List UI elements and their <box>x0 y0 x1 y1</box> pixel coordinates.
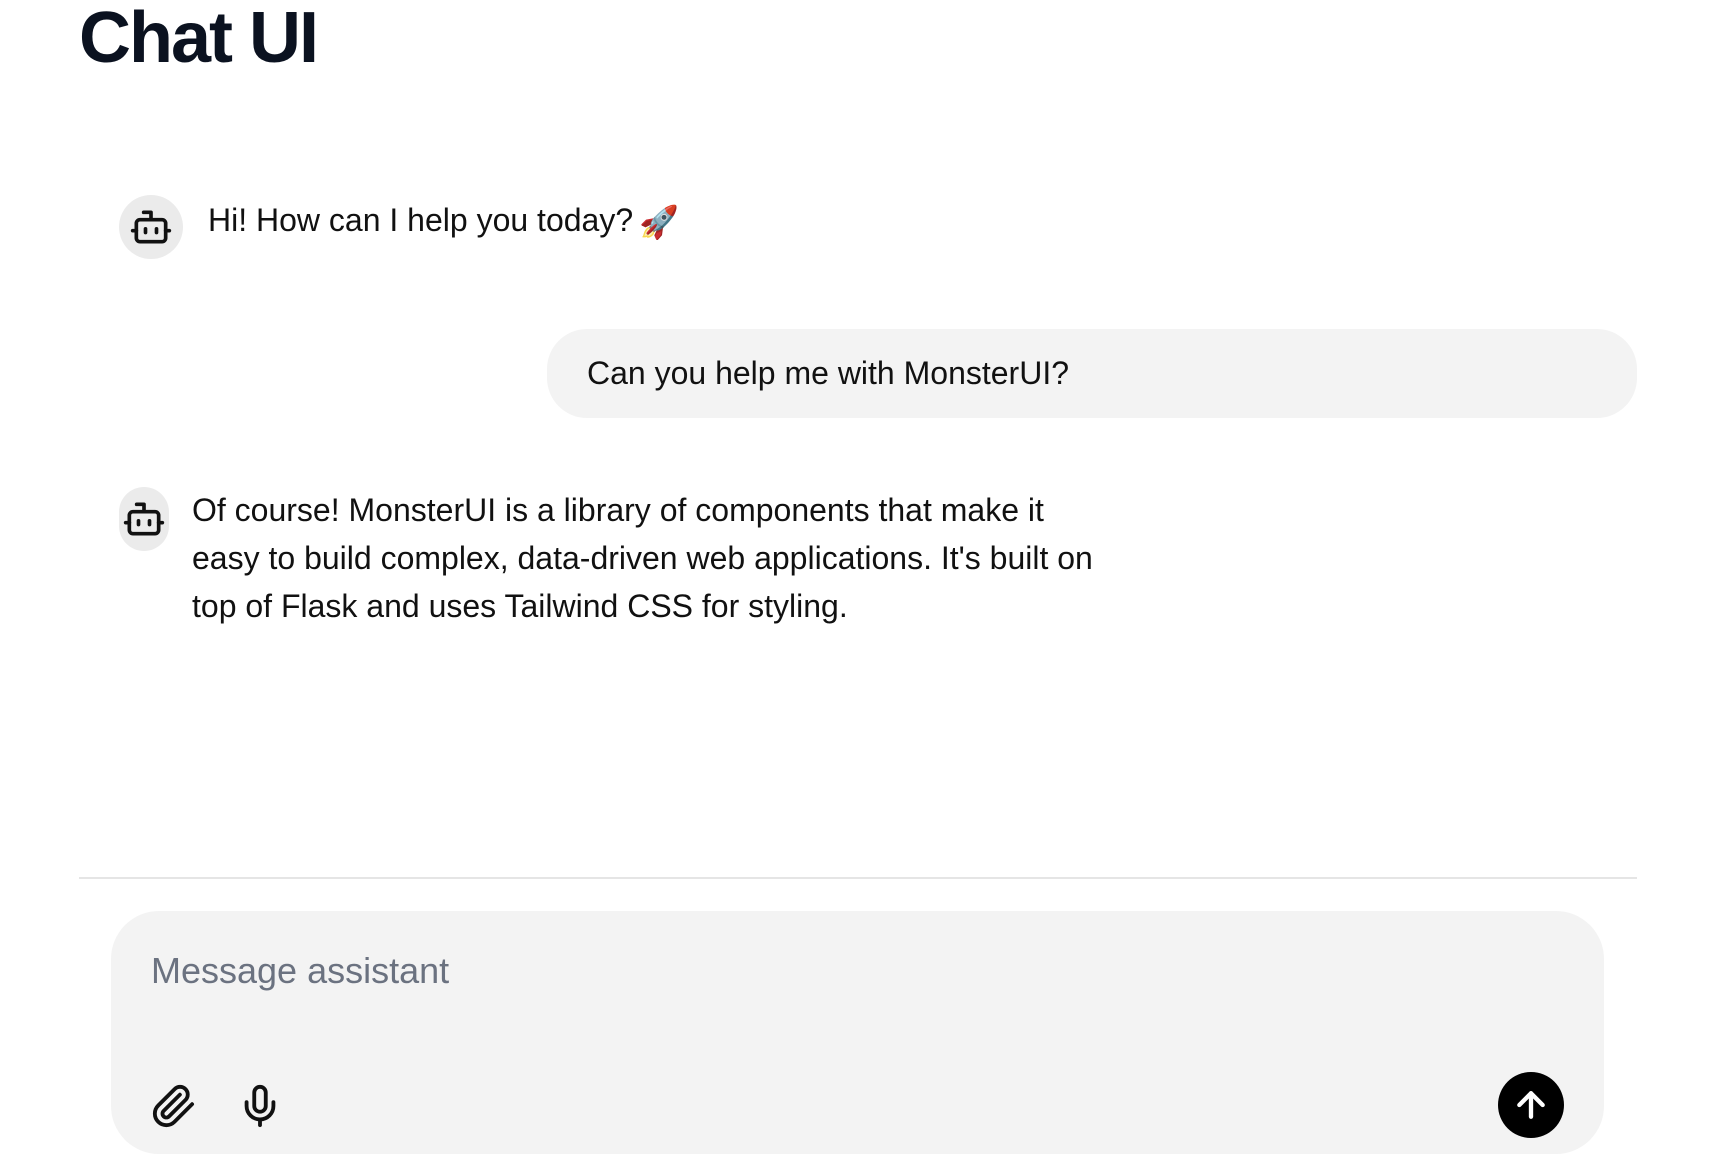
microphone-button[interactable] <box>235 1081 285 1131</box>
assistant-avatar <box>119 487 169 551</box>
chat-page: Chat UI Hi! How can I help you today? 🚀 C… <box>0 0 1718 1162</box>
rocket-emoji: 🚀 <box>639 204 679 240</box>
message-text: Can you help me with MonsterUI? <box>587 355 1069 391</box>
microphone-icon <box>244 1084 276 1128</box>
user-message-bubble: Can you help me with MonsterUI? <box>547 329 1637 418</box>
page-title: Chat UI <box>79 0 319 78</box>
assistant-avatar <box>119 195 183 259</box>
assistant-message: Of course! MonsterUI is a library of com… <box>192 492 1093 624</box>
attach-button[interactable] <box>149 1081 199 1131</box>
message-text: Hi! How can I help you today? <box>208 202 634 238</box>
assistant-message: Hi! How can I help you today? 🚀 <box>208 196 679 246</box>
paperclip-icon <box>152 1084 195 1128</box>
message-input[interactable] <box>151 941 1451 1001</box>
message-composer <box>111 911 1604 1154</box>
send-button[interactable] <box>1498 1072 1564 1138</box>
divider <box>79 877 1637 879</box>
bot-icon <box>123 502 165 536</box>
arrow-up-icon <box>1517 1091 1545 1119</box>
bot-icon <box>130 210 172 244</box>
